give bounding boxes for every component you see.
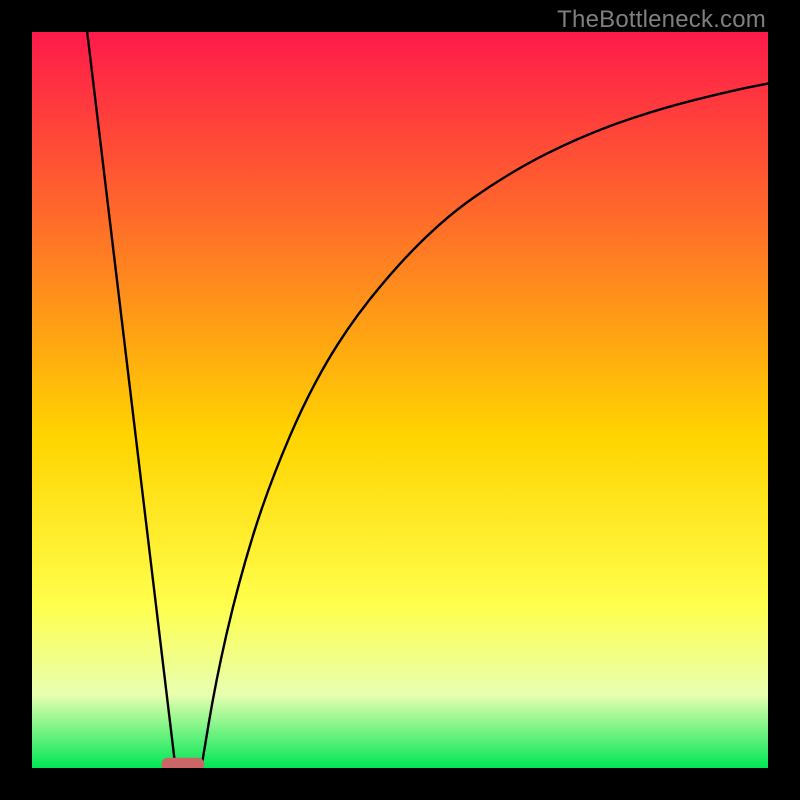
chart-frame: TheBottleneck.com: [0, 0, 800, 800]
trough-marker: [162, 758, 205, 768]
series-right-curve: [201, 84, 768, 768]
series-left-line: [87, 32, 175, 768]
watermark-text: TheBottleneck.com: [557, 6, 766, 34]
plot-area: [32, 32, 768, 768]
curves-layer: [32, 32, 768, 768]
